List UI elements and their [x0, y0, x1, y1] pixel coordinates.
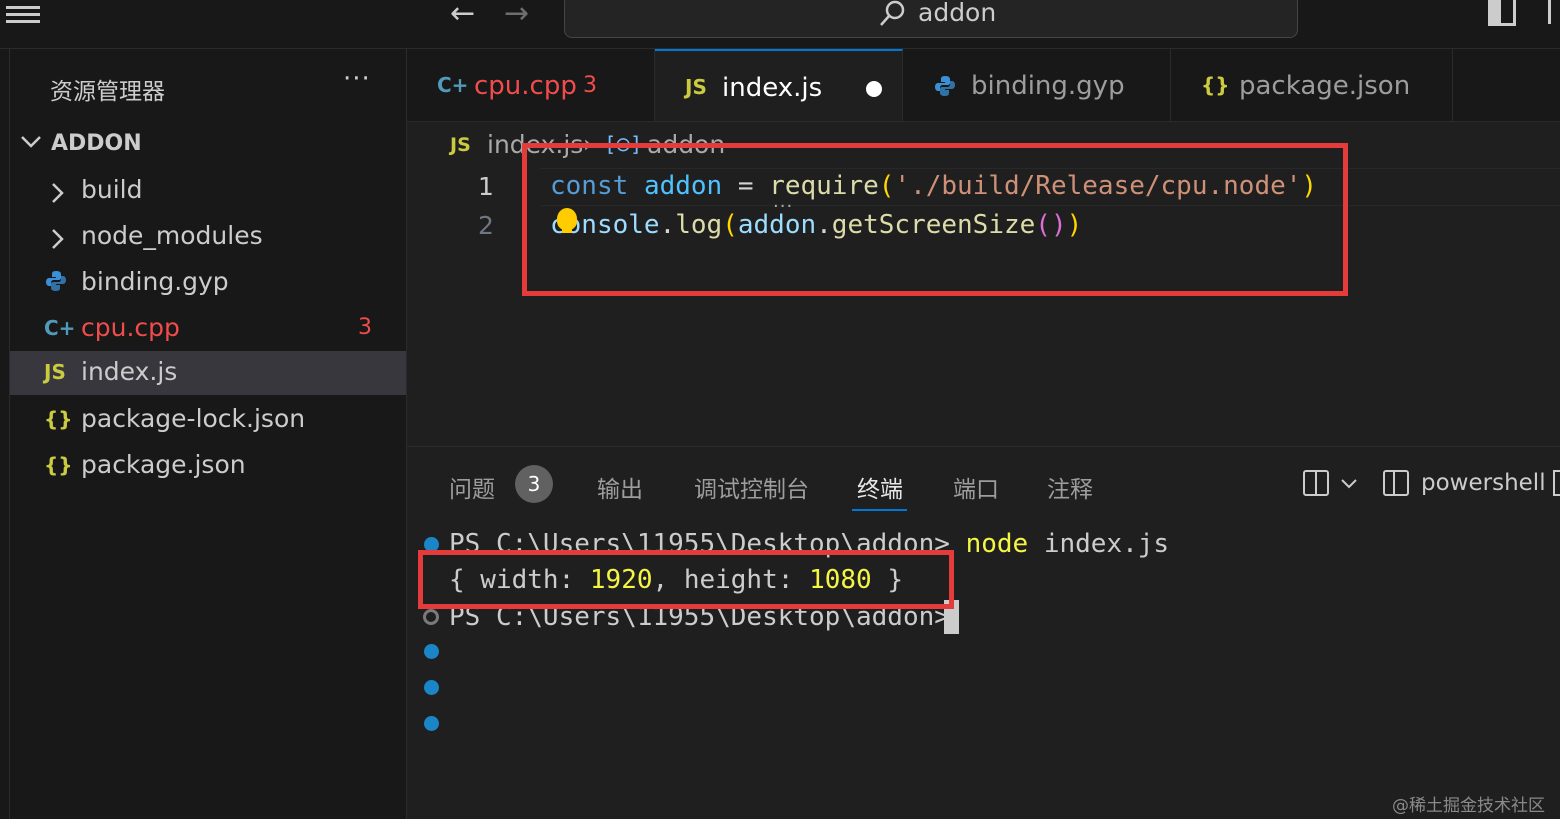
- json-icon: {}: [44, 453, 73, 477]
- highlight-box-output: [418, 550, 954, 609]
- search-icon: [878, 0, 908, 32]
- terminal-command-args: index.js: [1028, 529, 1170, 559]
- tab-label: package.json: [1239, 71, 1411, 101]
- split-terminal-icon[interactable]: [1303, 470, 1329, 496]
- tree-item-label: package-lock.json: [81, 404, 306, 433]
- unsaved-dot-icon[interactable]: [866, 81, 882, 97]
- back-arrow-icon[interactable]: ←: [450, 0, 475, 31]
- tree-item-cpu-cpp[interactable]: C+ cpu.cpp 3: [10, 307, 406, 351]
- command-decoration-icon[interactable]: [424, 644, 439, 659]
- search-text: addon: [918, 0, 997, 27]
- tab-problems[interactable]: 问题: [449, 470, 495, 504]
- js-icon: JS: [450, 134, 471, 156]
- python-icon: [44, 269, 68, 298]
- chevron-right-icon: [50, 182, 64, 208]
- tree-item-build[interactable]: build: [10, 169, 406, 213]
- tree-item-label: build: [81, 175, 143, 204]
- terminal-shell-name[interactable]: powershell: [1421, 470, 1546, 496]
- tree-item-index-js[interactable]: JS index.js: [10, 351, 406, 395]
- tab-ports[interactable]: 端口: [953, 470, 999, 504]
- chevron-down-icon[interactable]: [1340, 476, 1358, 495]
- python-icon: [933, 74, 957, 103]
- more-actions-icon[interactable]: ···: [343, 64, 371, 94]
- panel-action-icon[interactable]: [1553, 470, 1560, 496]
- cpp-icon: C+: [437, 73, 469, 97]
- tab-terminal[interactable]: 终端: [857, 470, 903, 504]
- chevron-right-icon: [50, 228, 64, 254]
- js-icon: JS: [685, 75, 707, 99]
- explorer-title: 资源管理器: [50, 79, 165, 105]
- command-decoration-icon[interactable]: [424, 716, 439, 731]
- command-decoration-icon[interactable]: [423, 609, 439, 625]
- tree-item-label: binding.gyp: [81, 267, 229, 296]
- highlight-box-code: [522, 143, 1348, 296]
- window-edge: [1548, 0, 1551, 24]
- tab-binding-gyp[interactable]: binding.gyp: [903, 49, 1171, 121]
- json-icon: {}: [1201, 73, 1230, 97]
- chevron-down-icon[interactable]: [20, 134, 42, 154]
- panel-divider: [407, 446, 1560, 447]
- watermark: @稀土掘金技术社区: [1392, 796, 1545, 816]
- tab-label: binding.gyp: [971, 71, 1125, 101]
- tab-error-badge: 3: [583, 73, 597, 98]
- tab-output[interactable]: 输出: [597, 470, 643, 504]
- tree-item-label: cpu.cpp: [81, 313, 180, 342]
- tab-label: cpu.cpp: [474, 71, 577, 101]
- line-number: 1: [478, 172, 494, 201]
- tree-item-label: node_modules: [81, 221, 263, 250]
- tab-label: index.js: [722, 73, 823, 103]
- json-icon: {}: [44, 407, 73, 431]
- forward-arrow-icon[interactable]: →: [504, 0, 529, 31]
- tab-index-js[interactable]: JS index.js: [655, 49, 903, 121]
- tab-cpu-cpp[interactable]: C+ cpu.cpp 3: [407, 49, 655, 121]
- line-number: 2: [478, 211, 494, 240]
- active-tab-indicator: [852, 509, 907, 511]
- tree-item-label: package.json: [81, 450, 246, 479]
- tree-item-label: index.js: [81, 357, 178, 386]
- terminal-icon: [1383, 470, 1409, 496]
- problems-count-badge: 3: [515, 465, 553, 503]
- js-icon: JS: [44, 360, 66, 384]
- workspace-root-folder[interactable]: ADDON: [51, 131, 142, 156]
- tab-comments[interactable]: 注释: [1047, 470, 1093, 504]
- cpp-icon: C+: [44, 316, 76, 340]
- toggle-sidebar-icon[interactable]: [1488, 0, 1516, 26]
- menu-icon[interactable]: [6, 2, 40, 26]
- tree-item-node-modules[interactable]: node_modules: [10, 215, 406, 259]
- tab-debug-console[interactable]: 调试控制台: [694, 470, 809, 504]
- tree-item-package-lock-json[interactable]: {} package-lock.json: [10, 398, 406, 442]
- tree-item-package-json[interactable]: {} package.json: [10, 444, 406, 488]
- tree-item-binding-gyp[interactable]: binding.gyp: [10, 261, 406, 305]
- command-decoration-icon[interactable]: [424, 680, 439, 695]
- error-count-badge: 3: [358, 315, 372, 340]
- activity-bar-edge: [0, 49, 10, 819]
- terminal-command-name: node: [965, 529, 1029, 559]
- tab-package-json[interactable]: {} package.json: [1171, 49, 1453, 121]
